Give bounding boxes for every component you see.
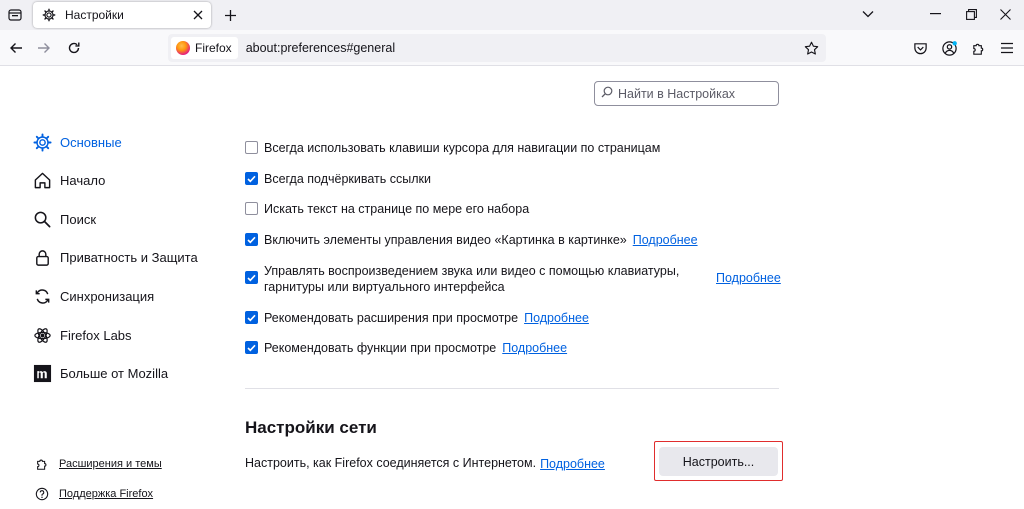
sidebar-item-label: Приватность и Защита [60,249,198,265]
extensions-puzzle-icon[interactable] [966,36,990,60]
option-label-line1: Управлять воспроизведением звука или вид… [264,264,680,278]
firefox-logo-icon [176,41,190,55]
tab-settings[interactable]: Настройки [33,2,211,28]
sync-icon [32,286,52,306]
section-divider [245,388,779,389]
firefox-support-link[interactable]: Поддержка Firefox [34,485,153,503]
sidebar-item-sync[interactable]: Синхронизация [32,283,154,309]
close-icon[interactable] [189,6,207,24]
extensions-themes-link[interactable]: Расширения и темы [34,455,162,473]
close-window-icon[interactable] [993,3,1017,25]
option-picture-in-picture[interactable]: Включить элементы управления видео «Карт… [245,232,698,248]
labs-icon [32,325,52,345]
tab-strip: Настройки [0,0,1024,30]
checkbox-checked[interactable] [245,271,258,284]
bookmark-star-icon[interactable] [799,37,823,59]
extensions-themes-label: Расширения и темы [59,458,162,470]
sidebar-item-firefox-labs[interactable]: Firefox Labs [32,322,132,348]
sidebar-item-label: Основные [60,134,122,150]
network-description: Настроить, как Firefox соединяется с Инт… [245,456,605,472]
checkmark-icon [247,175,256,182]
option-label: Всегда подчёркивать ссылки [264,172,431,186]
chevron-down-icon[interactable] [856,3,880,25]
network-learn-more-link[interactable]: Подробнее [540,456,605,472]
option-find-as-you-type[interactable]: Искать текст на странице по мере его наб… [245,201,529,217]
nav-toolbar: Firefox about:preferences#general [0,30,1024,66]
sidebar-item-label: Синхронизация [60,288,155,304]
option-label-line2: гарнитуры или виртуального интерфейса [264,280,505,294]
settings-search-input[interactable] [618,86,768,101]
learn-more-link[interactable]: Подробнее [716,271,781,285]
gear-icon [41,7,57,23]
url-bar[interactable]: Firefox about:preferences#general [168,34,826,62]
network-settings-heading: Настройки сети [245,418,377,437]
learn-more-link[interactable]: Подробнее [524,310,589,326]
account-icon[interactable] [937,36,961,60]
help-icon [34,486,50,502]
sidebar-item-privacy[interactable]: Приватность и Защита [32,244,198,270]
minimize-icon[interactable] [923,3,947,25]
lock-icon [32,247,52,267]
firefox-support-label: Поддержка Firefox [59,488,154,500]
checkbox[interactable] [245,202,258,215]
mozilla-icon [32,363,52,383]
network-settings-button[interactable]: Настроить... [659,447,778,476]
sidebar-item-general[interactable]: Основные [32,129,122,155]
puzzle-icon [34,456,50,472]
identity-label: Firefox [195,41,232,55]
url-text[interactable]: about:preferences#general [246,41,799,55]
learn-more-link[interactable]: Подробнее [502,340,567,356]
checkbox-checked[interactable] [245,233,258,246]
network-description-text: Настроить, как Firefox соединяется с Инт… [245,456,537,470]
back-arrow-icon[interactable] [4,36,28,60]
option-recommend-features[interactable]: Рекомендовать функции при просмотре Подр… [245,340,567,356]
pocket-icon[interactable] [908,36,932,60]
option-cursor-keys[interactable]: Всегда использовать клавиши курсора для … [245,140,660,156]
identity-box[interactable]: Firefox [171,37,238,59]
reload-icon[interactable] [62,36,86,60]
checkmark-icon [247,236,256,243]
option-label: Рекомендовать функции при просмотре [264,341,497,355]
checkbox[interactable] [245,141,258,154]
gear-icon [32,132,52,152]
search-icon [32,209,52,229]
settings-search-box[interactable] [594,81,779,106]
sidebar-item-label: Больше от Mozilla [60,365,169,381]
option-label: Управлять воспроизведением звука или вид… [264,263,679,295]
menu-hamburger-icon[interactable] [995,36,1019,60]
restore-icon[interactable] [959,3,983,25]
checkmark-icon [247,314,256,321]
sidebar-item-search[interactable]: Поиск [32,206,96,232]
tab-title: Настройки [65,8,124,22]
option-label: Всегда использовать клавиши курсора для … [264,141,661,155]
home-icon [32,170,52,190]
checkmark-icon [247,344,256,351]
checkmark-icon [247,274,256,281]
tab-list-icon[interactable] [4,4,26,26]
option-recommend-extensions[interactable]: Рекомендовать расширения при просмотре П… [245,310,589,326]
checkbox-checked[interactable] [245,341,258,354]
new-tab-icon[interactable] [220,5,240,25]
option-label: Искать текст на странице по мере его наб… [264,202,530,216]
option-media-control[interactable]: Управлять воспроизведением звука или вид… [245,263,679,295]
learn-more-link[interactable]: Подробнее [633,232,698,248]
checkbox-checked[interactable] [245,172,258,185]
search-icon [601,86,613,101]
sidebar-item-label: Firefox Labs [60,327,132,343]
forward-arrow-icon[interactable] [32,36,56,60]
option-underline-links[interactable]: Всегда подчёркивать ссылки [245,171,431,187]
sidebar-item-more-from-mozilla[interactable]: Больше от Mozilla [32,360,168,386]
sidebar-item-label: Поиск [60,211,97,227]
checkbox-checked[interactable] [245,311,258,324]
sidebar-item-label: Начало [60,172,106,188]
option-label: Включить элементы управления видео «Карт… [264,233,627,247]
sidebar-item-home[interactable]: Начало [32,167,105,193]
option-label: Рекомендовать расширения при просмотре [264,311,519,325]
